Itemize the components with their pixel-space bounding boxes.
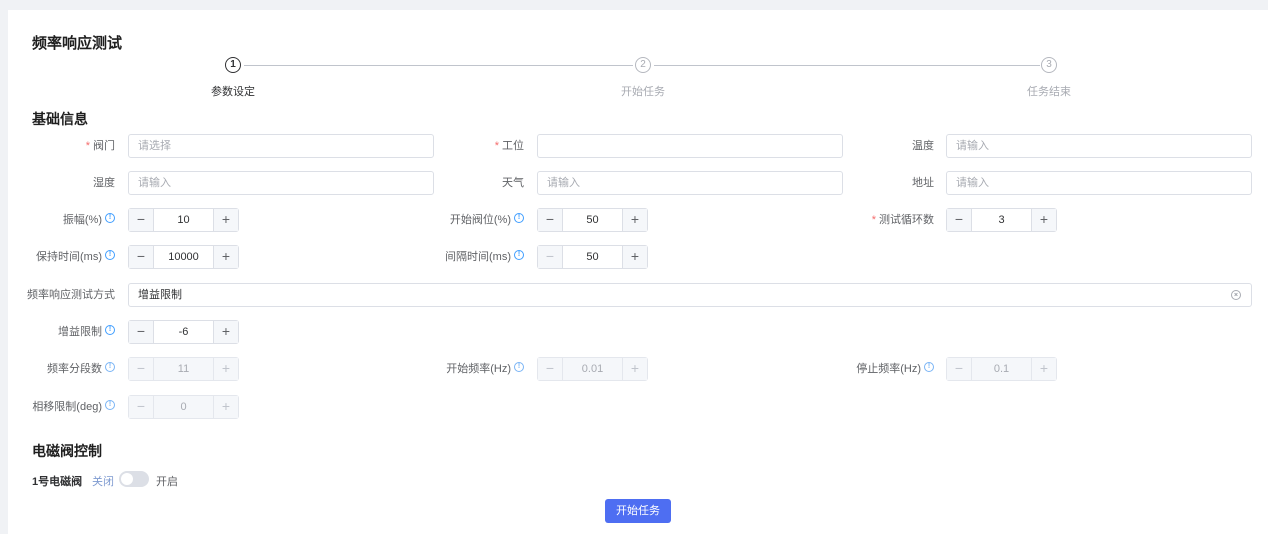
info-circle-icon[interactable]: !: [924, 362, 934, 372]
start-freq-value: 0.01: [581, 363, 604, 375]
interval-time-stepper[interactable]: − 50 +: [537, 245, 648, 269]
test-method-label: 频率响应测试方式: [27, 289, 115, 301]
phase-limit-value: 0: [180, 401, 187, 413]
address-label: 地址: [912, 177, 934, 189]
stop-freq-stepper: − 0.1 +: [946, 357, 1057, 381]
minus-icon[interactable]: −: [947, 209, 972, 231]
start-freq-label: 开始频率(Hz)!: [446, 357, 524, 381]
switch-off-text[interactable]: 关闭: [92, 473, 114, 489]
page-title: 频率响应测试: [32, 35, 123, 52]
plus-icon: +: [622, 358, 647, 380]
minus-icon[interactable]: −: [129, 246, 154, 268]
gain-limit-value[interactable]: -6: [154, 321, 213, 343]
plus-icon[interactable]: +: [622, 209, 647, 231]
hold-time-stepper[interactable]: − 10000 +: [128, 245, 239, 269]
circle-close-icon[interactable]: [1231, 290, 1241, 300]
form-card: 频率响应测试 1 2 3 参数设定 开始任务 任务结束 基础信息 * 阀门 请选择…: [8, 10, 1268, 534]
plus-icon: +: [1031, 358, 1056, 380]
minus-icon[interactable]: −: [129, 321, 154, 343]
temperature-label: 温度: [912, 140, 934, 152]
minus-icon: −: [129, 358, 154, 380]
weather-input[interactable]: 请输入: [537, 171, 843, 195]
info-circle-icon[interactable]: !: [514, 213, 524, 223]
start-task-button[interactable]: 开始任务: [605, 499, 671, 523]
freq-segments-stepper: − 11 +: [128, 357, 239, 381]
humidity-label: 湿度: [93, 177, 115, 189]
freq-segments-value: 11: [177, 363, 190, 375]
info-circle-icon[interactable]: !: [105, 400, 115, 410]
minus-icon: −: [538, 358, 563, 380]
temperature-input[interactable]: 请输入: [946, 134, 1252, 158]
gain-limit-stepper[interactable]: − -6 +: [128, 320, 239, 344]
stop-freq-value: 0.1: [993, 363, 1010, 375]
humidity-input[interactable]: 请输入: [128, 171, 434, 195]
amplitude-label: 振幅(%)!: [63, 208, 115, 232]
basic-info-title: 基础信息: [32, 111, 88, 127]
freq-segments-label: 频率分段数!: [47, 357, 115, 381]
weather-label: 天气: [502, 177, 524, 189]
stop-freq-label: 停止频率(Hz)!: [856, 357, 934, 381]
info-circle-icon[interactable]: !: [105, 250, 115, 260]
start-position-stepper[interactable]: − 50 +: [537, 208, 648, 232]
hold-time-value[interactable]: 10000: [154, 246, 213, 268]
info-circle-icon[interactable]: !: [514, 362, 524, 372]
cycles-value[interactable]: 3: [972, 209, 1031, 231]
info-circle-icon[interactable]: !: [514, 250, 524, 260]
step-2-icon: 2: [635, 57, 651, 73]
plus-icon: +: [213, 396, 238, 418]
phase-limit-label: 相移限制(deg)!: [32, 395, 115, 419]
minus-icon: −: [947, 358, 972, 380]
plus-icon[interactable]: +: [622, 246, 647, 268]
test-method-select[interactable]: 增益限制: [128, 283, 1252, 307]
interval-time-value[interactable]: 50: [563, 246, 622, 268]
step-1-label: 参数设定: [211, 86, 255, 98]
solenoid-1-switch[interactable]: [119, 471, 149, 487]
switch-on-text[interactable]: 开启: [156, 473, 178, 489]
station-label: * 工位: [494, 140, 524, 152]
step-1-icon: 1: [225, 57, 241, 73]
interval-time-label: 间隔时间(ms)!: [445, 245, 524, 269]
info-circle-icon[interactable]: !: [105, 325, 115, 335]
phase-limit-stepper: − 0 +: [128, 395, 239, 419]
address-input[interactable]: 请输入: [946, 171, 1252, 195]
plus-icon[interactable]: +: [1031, 209, 1056, 231]
plus-icon: +: [213, 358, 238, 380]
start-position-value[interactable]: 50: [563, 209, 622, 231]
gain-limit-label: 增益限制!: [58, 320, 115, 344]
amplitude-stepper[interactable]: − 10 +: [128, 208, 239, 232]
step-3-icon: 3: [1041, 57, 1057, 73]
valve-select[interactable]: 请选择: [128, 134, 434, 158]
start-freq-stepper: − 0.01 +: [537, 357, 648, 381]
step-2-label: 开始任务: [621, 86, 665, 98]
hold-time-label: 保持时间(ms)!: [36, 245, 115, 269]
amplitude-value[interactable]: 10: [154, 209, 213, 231]
cycles-label: * 测试循环数: [871, 214, 934, 226]
info-circle-icon[interactable]: !: [105, 213, 115, 223]
cycles-stepper[interactable]: − 3 +: [946, 208, 1057, 232]
station-input[interactable]: [537, 134, 843, 158]
minus-icon[interactable]: −: [538, 246, 563, 268]
switch-knob: [121, 473, 133, 485]
minus-icon[interactable]: −: [538, 209, 563, 231]
minus-icon[interactable]: −: [129, 209, 154, 231]
plus-icon[interactable]: +: [213, 321, 238, 343]
solenoid-1-label: 1号电磁阀: [32, 476, 83, 488]
step-3-label: 任务结束: [1027, 86, 1071, 98]
solenoid-title: 电磁阀控制: [32, 443, 102, 459]
step-connector-2: [654, 65, 1040, 66]
minus-icon: −: [129, 396, 154, 418]
start-position-label: 开始阀位(%)!: [450, 208, 524, 232]
step-connector-1: [244, 65, 633, 66]
info-circle-icon[interactable]: !: [105, 362, 115, 372]
plus-icon[interactable]: +: [213, 209, 238, 231]
valve-label: * 阀门: [85, 140, 115, 152]
plus-icon[interactable]: +: [213, 246, 238, 268]
